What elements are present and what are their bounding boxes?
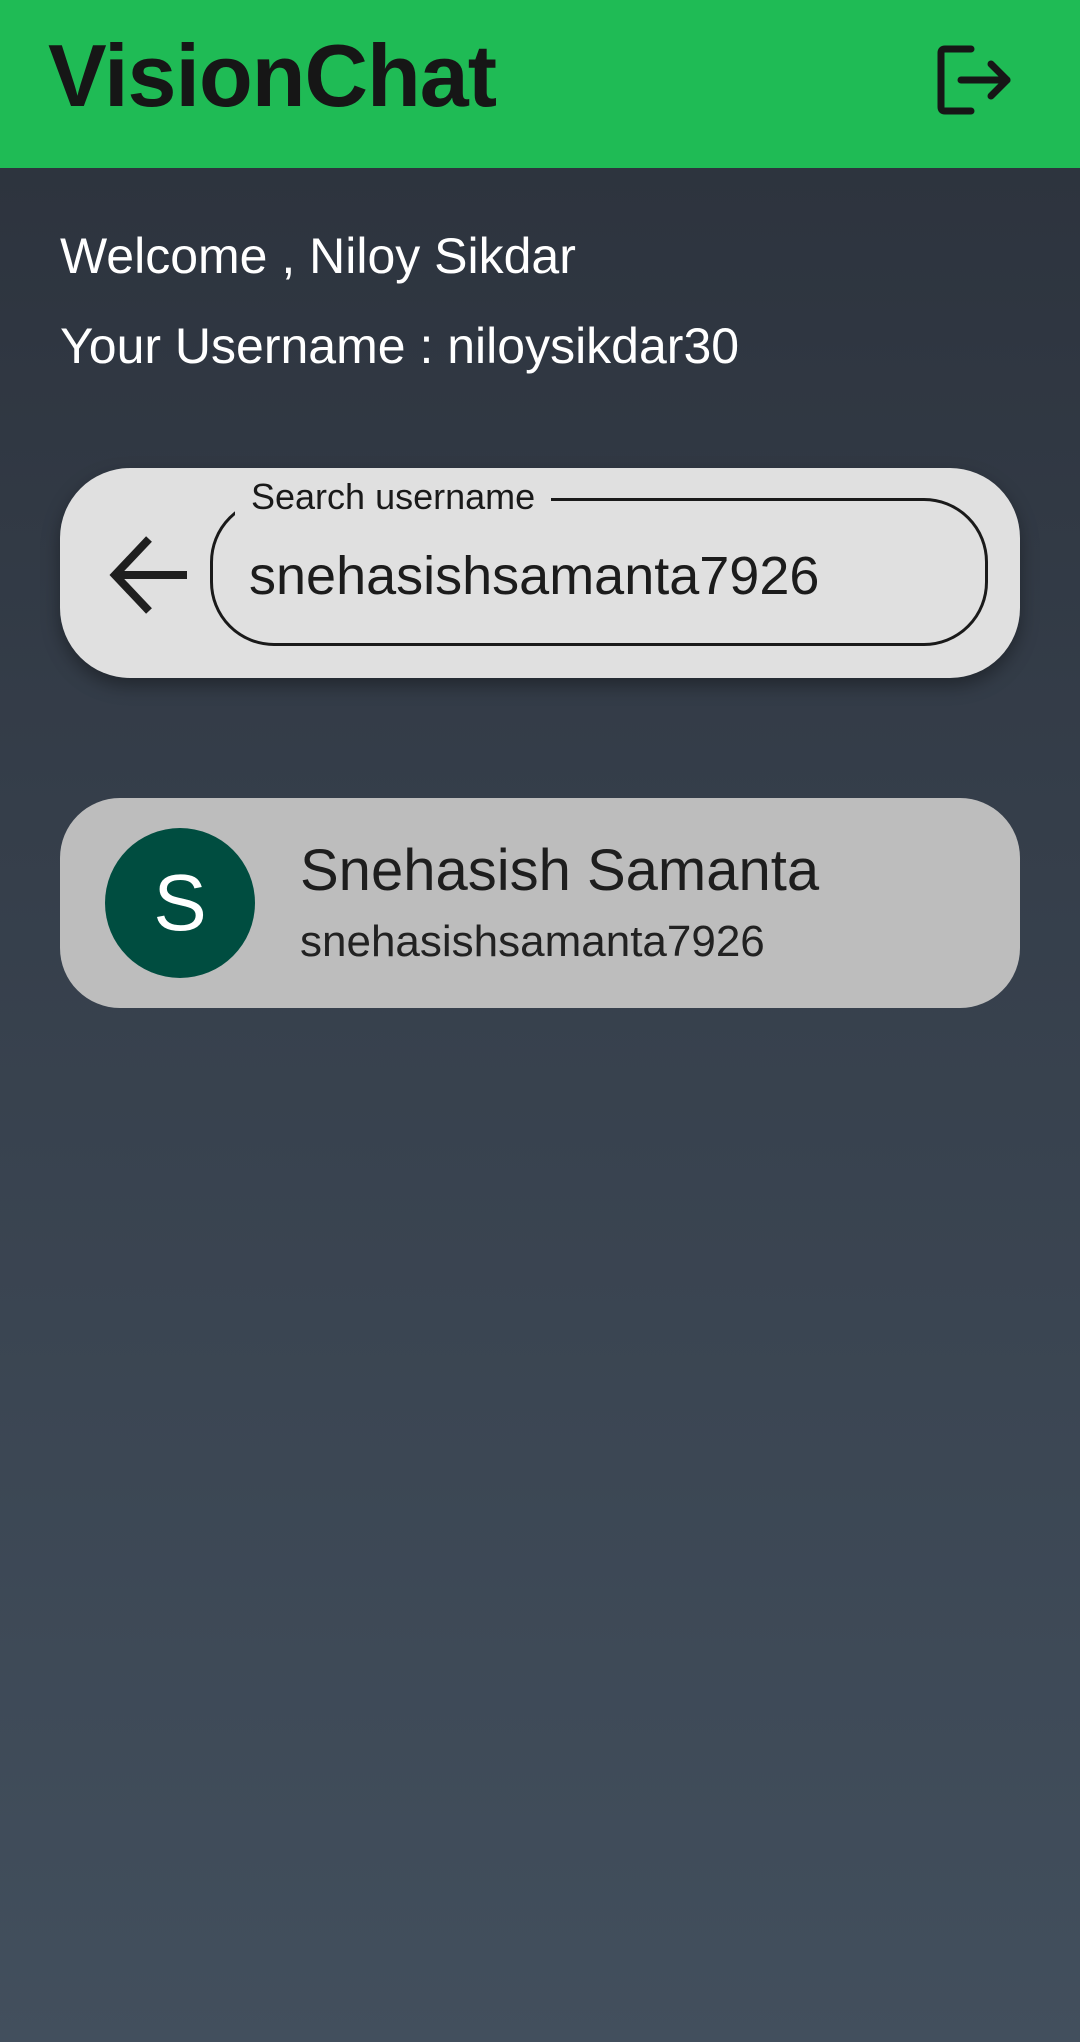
avatar: S (105, 828, 255, 978)
search-input[interactable] (249, 543, 949, 609)
app-bar: VisionChat (0, 0, 1080, 168)
username-text: Your Username : niloysikdar30 (60, 318, 740, 374)
logout-icon (937, 45, 1011, 115)
logout-button[interactable] (924, 30, 1024, 130)
search-result-item[interactable]: S Snehasish Samanta snehasishsamanta7926 (60, 798, 1020, 1008)
search-label: Search username (235, 477, 552, 517)
search-field[interactable]: Search username (210, 477, 988, 646)
welcome-text: Welcome , Niloy Sikdar (60, 228, 576, 284)
app-title: VisionChat (48, 26, 497, 125)
arrow-back-icon (109, 536, 187, 614)
result-username: snehasishsamanta7926 (300, 917, 765, 966)
result-name: Snehasish Samanta (300, 838, 820, 903)
back-button[interactable] (100, 525, 200, 625)
search-card: Search username (60, 468, 1020, 678)
